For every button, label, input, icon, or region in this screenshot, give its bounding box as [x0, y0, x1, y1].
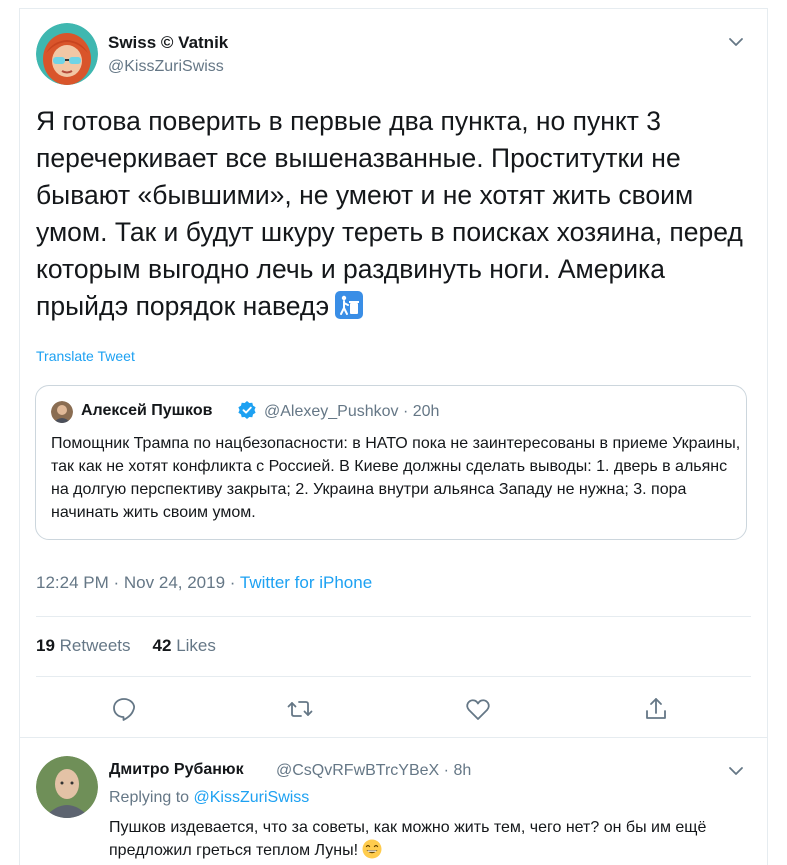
tweet-meta: 12:24 PM · Nov 24, 2019 · Twitter for iP…	[36, 573, 372, 593]
author-name[interactable]: Swiss © Vatnik	[108, 33, 228, 53]
reply-icon[interactable]	[110, 695, 138, 723]
quoted-time: · 20h	[402, 403, 440, 420]
likes-count: 42	[152, 636, 172, 655]
verified-badge-icon	[237, 400, 257, 420]
author-handle[interactable]: @KissZuriSwiss	[108, 58, 224, 76]
tweet-time[interactable]: 12:24 PM	[36, 573, 109, 592]
likes-stat[interactable]: 42 Likes	[153, 636, 216, 655]
retweets-count: 19	[36, 636, 55, 655]
tweet-header: Swiss © Vatnik @KissZuriSwiss	[20, 9, 767, 99]
chevron-down-icon[interactable]	[725, 760, 747, 782]
main-tweet: Swiss © Vatnik @KissZuriSwiss Я готова п…	[20, 9, 767, 859]
divider	[36, 676, 751, 677]
reply-avatar[interactable]	[36, 756, 98, 818]
retweets-stat[interactable]: 19 Retweets	[36, 636, 131, 655]
tweet-text: Я готова поверить в первые два пункта, н…	[36, 103, 748, 325]
reply-author-handle[interactable]: @CsQvRFwBTrcYBeX · 8h	[276, 762, 471, 780]
tweet-stats: 19 Retweets 42 Likes	[36, 636, 216, 656]
reply-text: Пушков издевается, что за советы, как мо…	[109, 816, 759, 862]
likes-label: Likes	[176, 636, 216, 655]
avatar[interactable]	[36, 23, 98, 85]
retweet-icon[interactable]	[286, 695, 314, 723]
replying-mention[interactable]: @KissZuriSwiss	[194, 789, 310, 806]
retweets-label: Retweets	[59, 636, 131, 655]
reply-text-content: Пушков издевается, что за советы, как мо…	[109, 819, 707, 859]
tweet-page: Swiss © Vatnik @KissZuriSwiss Я готова п…	[0, 0, 787, 865]
tweet-source[interactable]: Twitter for iPhone	[240, 573, 372, 592]
tweet-date[interactable]: Nov 24, 2019	[124, 573, 225, 592]
trash-can-icon	[335, 291, 364, 319]
tweet-text-content: Я готова поверить в первые два пункта, н…	[36, 106, 743, 321]
replying-prefix: Replying to	[109, 789, 190, 806]
quoted-avatar[interactable]	[51, 401, 73, 423]
divider	[36, 616, 751, 617]
grinning-face-icon	[362, 839, 382, 859]
reply-author-name[interactable]: Дмитро Рубанюк	[109, 761, 244, 779]
quoted-author-name[interactable]: Алексей Пушков	[81, 402, 212, 420]
reply-tweet[interactable]: Дмитро Рубанюк @CsQvRFwBTrcYBeX · 8h Rep…	[20, 738, 767, 865]
chevron-down-icon[interactable]	[725, 31, 747, 53]
translate-tweet-link[interactable]: Translate Tweet	[36, 348, 135, 364]
quoted-tweet[interactable]: Алексей Пушков @Alexey_Pushkov · 20h Пом…	[35, 385, 747, 540]
frame-divider-right	[767, 8, 768, 865]
share-icon[interactable]	[642, 695, 670, 723]
tweet-actions	[20, 689, 767, 739]
quoted-text: Помощник Трампа по нацбезопасности: в НА…	[51, 435, 741, 521]
replying-to: Replying to @KissZuriSwiss	[109, 789, 309, 807]
quoted-author-handle[interactable]: @Alexey_Pushkov	[264, 403, 399, 420]
quoted-handle-and-time: @Alexey_Pushkov · 20h	[264, 403, 439, 421]
meta-separator: ·	[113, 573, 120, 592]
meta-separator: ·	[229, 573, 236, 592]
like-icon[interactable]	[464, 695, 492, 723]
